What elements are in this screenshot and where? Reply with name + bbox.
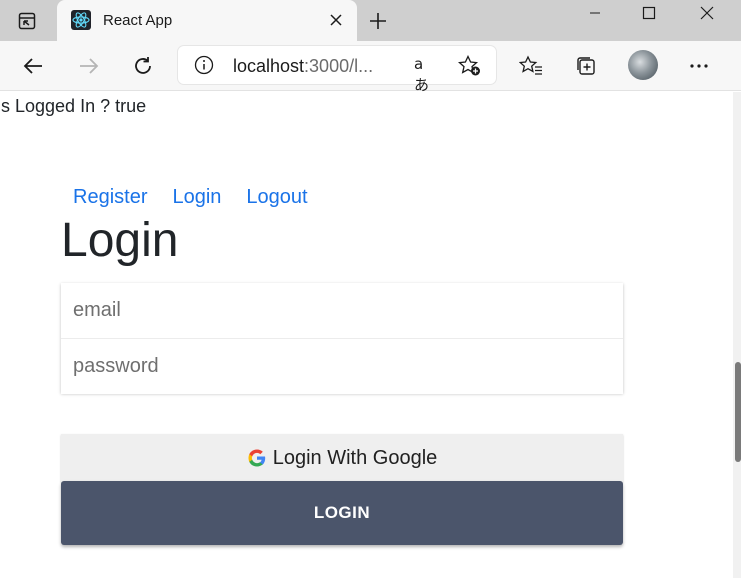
refresh-icon[interactable]	[128, 51, 158, 81]
url-path: :3000/l...	[304, 56, 374, 76]
forward-arrow-icon[interactable]	[74, 51, 104, 81]
top-nav: Register Login Logout	[73, 186, 333, 209]
address-bar[interactable]: localhost:3000/l... aあ	[178, 46, 496, 94]
react-logo-icon	[71, 10, 91, 30]
email-field[interactable]	[61, 283, 623, 338]
info-icon[interactable]	[194, 55, 214, 75]
nav-link-login[interactable]: Login	[172, 186, 221, 209]
nav-link-register[interactable]: Register	[73, 186, 147, 209]
url-text[interactable]: localhost:3000/l...	[233, 56, 373, 77]
login-status-text: Is Logged In ? true	[0, 96, 147, 116]
favorites-icon[interactable]	[516, 51, 546, 81]
back-arrow-icon[interactable]	[18, 51, 48, 81]
tab-strip: React App	[0, 0, 741, 41]
read-aloud-glyph: aあ	[414, 55, 430, 94]
scrollbar-thumb[interactable]	[735, 362, 741, 462]
nav-link-logout[interactable]: Logout	[246, 186, 307, 209]
collections-icon[interactable]	[571, 51, 601, 81]
plus-icon[interactable]	[366, 9, 390, 33]
page-title: Login	[61, 214, 179, 267]
more-icon[interactable]	[684, 51, 714, 81]
google-icon	[247, 448, 267, 468]
minimize-icon[interactable]	[572, 0, 618, 26]
browser-tab[interactable]: React App	[57, 0, 357, 41]
close-icon[interactable]	[325, 9, 347, 31]
tab-actions-icon[interactable]	[12, 8, 42, 34]
star-plus-icon[interactable]	[457, 54, 482, 77]
url-host: localhost	[233, 56, 305, 76]
avatar[interactable]	[628, 50, 658, 80]
maximize-icon[interactable]	[626, 0, 672, 26]
password-field[interactable]	[61, 339, 623, 394]
read-aloud-icon[interactable]: aあ	[414, 55, 438, 94]
login-button[interactable]: LOGIN	[61, 481, 623, 545]
google-button-label: Login With Google	[272, 446, 438, 469]
window-close-icon[interactable]	[684, 0, 730, 26]
login-button-label: LOGIN	[313, 503, 371, 522]
scrollbar-track[interactable]	[733, 92, 741, 578]
login-with-google-button[interactable]: Login With Google	[61, 434, 623, 482]
tab-title: React App	[103, 12, 173, 29]
